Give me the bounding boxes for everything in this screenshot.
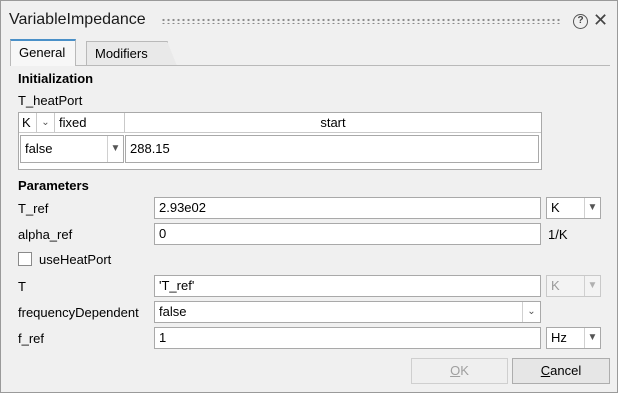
use-heatport-checkbox[interactable] bbox=[18, 252, 32, 266]
chevron-down-icon: ▼ bbox=[107, 136, 123, 162]
t-ref-input[interactable]: 2.93e02 bbox=[154, 197, 541, 219]
tab-modifiers[interactable]: Modifiers bbox=[86, 41, 177, 66]
f-ref-label: f_ref bbox=[18, 331, 45, 346]
chevron-down-icon: ⌄ bbox=[522, 302, 540, 322]
frequency-dependent-label: frequencyDependent bbox=[18, 305, 139, 320]
t-ref-unit-select[interactable]: K ▼ bbox=[546, 197, 601, 219]
ok-mnemonic: O bbox=[450, 363, 461, 378]
use-heatport-label: useHeatPort bbox=[39, 252, 112, 267]
variable-impedance-dialog: VariableImpedance ? ✕ General Modifiers … bbox=[0, 0, 618, 393]
f-ref-unit-value: Hz bbox=[551, 330, 567, 345]
chevron-down-icon[interactable]: ⌄ bbox=[37, 113, 55, 133]
t-label: T bbox=[18, 279, 26, 294]
window-title: VariableImpedance bbox=[9, 11, 146, 28]
tab-modifiers-label: Modifiers bbox=[95, 46, 148, 61]
chevron-down-icon: ▼ bbox=[584, 198, 600, 218]
parameters-heading: Parameters bbox=[18, 178, 89, 193]
alpha-ref-label: alpha_ref bbox=[18, 227, 73, 242]
frequency-dependent-select[interactable]: false ⌄ bbox=[154, 301, 541, 323]
unit-header: K bbox=[19, 113, 37, 133]
fixed-select[interactable]: false ▼ bbox=[20, 135, 124, 163]
alpha-ref-input[interactable]: 0 bbox=[154, 223, 541, 245]
f-ref-input[interactable]: 1 bbox=[154, 327, 541, 349]
ok-button[interactable]: OK bbox=[411, 358, 508, 384]
tab-general-label: General bbox=[19, 45, 66, 60]
alpha-ref-unit: 1/K bbox=[548, 227, 568, 242]
start-value-field[interactable]: 288.15 bbox=[125, 135, 539, 163]
title-bar[interactable]: VariableImpedance ? ✕ bbox=[1, 1, 617, 37]
frequency-dependent-value: false bbox=[159, 304, 187, 319]
initialization-table: K ⌄ fixed start false ▼ 288.15 bbox=[18, 112, 542, 170]
t-unit-value: K bbox=[551, 278, 560, 293]
ok-label-rest: K bbox=[460, 363, 469, 378]
chevron-down-icon: ▼ bbox=[584, 328, 600, 348]
t-unit-select: K ▼ bbox=[546, 275, 601, 297]
close-icon[interactable]: ✕ bbox=[593, 10, 608, 30]
chevron-down-icon: ▼ bbox=[584, 276, 600, 296]
help-icon[interactable]: ? bbox=[573, 14, 588, 29]
cancel-mnemonic: C bbox=[540, 363, 551, 378]
t-heatport-label: T_heatPort bbox=[18, 93, 83, 108]
t-ref-label: T_ref bbox=[18, 201, 49, 216]
drag-handle[interactable] bbox=[161, 18, 561, 24]
cancel-label-rest: ancel bbox=[550, 363, 582, 378]
initialization-heading: Initialization bbox=[18, 71, 94, 86]
cancel-button[interactable]: Cancel bbox=[512, 358, 610, 384]
f-ref-unit-select[interactable]: Hz ▼ bbox=[546, 327, 601, 349]
t-input[interactable]: 'T_ref' bbox=[154, 275, 541, 297]
t-ref-unit-value: K bbox=[551, 200, 560, 215]
fixed-select-value: false bbox=[25, 141, 53, 156]
tab-general[interactable]: General bbox=[10, 39, 76, 66]
start-header: start bbox=[125, 113, 541, 133]
fixed-header: fixed bbox=[55, 113, 125, 133]
